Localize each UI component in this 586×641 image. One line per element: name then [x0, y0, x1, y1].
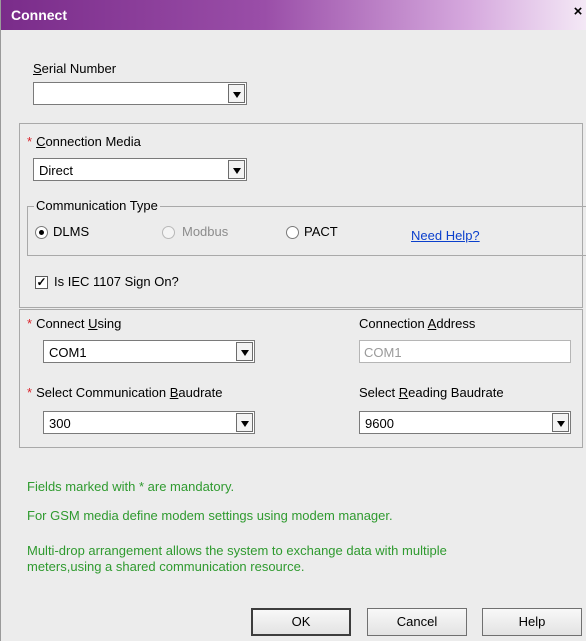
dlms-label: DLMS	[53, 224, 90, 239]
reading-baudrate-value: 9600	[365, 416, 394, 431]
dlms-radio[interactable]	[35, 226, 48, 239]
connection-media-label: * Connection Media	[27, 134, 141, 149]
gsm-note: For GSM media define modem settings usin…	[27, 508, 393, 523]
pact-label: PACT	[304, 224, 338, 239]
communication-type-title: Communication Type	[34, 198, 160, 213]
help-button[interactable]: Help	[482, 608, 582, 636]
chevron-down-icon[interactable]	[236, 413, 253, 432]
communication-baudrate-combo[interactable]: 300	[43, 411, 255, 434]
connection-address-label: Connection Address	[359, 316, 476, 331]
serial-number-combo[interactable]	[33, 82, 247, 105]
connection-address-field[interactable]: COM1	[359, 340, 571, 363]
cancel-button[interactable]: Cancel	[367, 608, 467, 636]
need-help-link[interactable]: Need Help?	[411, 228, 480, 243]
communication-baudrate-value: 300	[49, 416, 71, 431]
communication-baudrate-label: * Select Communication Baudrate	[27, 385, 223, 400]
chevron-down-icon[interactable]	[228, 84, 245, 103]
connection-media-combo[interactable]: Direct	[33, 158, 247, 181]
chevron-down-icon[interactable]	[236, 342, 253, 361]
connection-address-value: COM1	[364, 345, 402, 360]
iec-sign-on-checkbox[interactable]: ✓	[35, 276, 48, 289]
serial-number-label: Serial Number	[33, 61, 117, 76]
iec-sign-on-label: Is IEC 1107 Sign On?	[54, 274, 179, 289]
close-icon[interactable]: ×	[571, 3, 585, 21]
mandatory-note: Fields marked with * are mandatory.	[27, 479, 235, 494]
reading-baudrate-label: Select Reading Baudrate	[359, 385, 504, 400]
connect-dialog: Connect × Serial Number * Connection Medi…	[0, 0, 586, 641]
ok-button[interactable]: OK	[251, 608, 351, 636]
pact-radio[interactable]	[286, 226, 299, 239]
connect-using-combo[interactable]: COM1	[43, 340, 255, 363]
connect-using-label: * Connect Using	[27, 316, 122, 331]
title-bar[interactable]: Connect ×	[1, 0, 586, 30]
connection-media-value: Direct	[39, 163, 73, 178]
reading-baudrate-combo[interactable]: 9600	[359, 411, 571, 434]
modbus-label: Modbus	[182, 224, 229, 239]
multidrop-note: Multi-drop arrangement allows the system…	[27, 543, 447, 574]
chevron-down-icon[interactable]	[228, 160, 245, 179]
chevron-down-icon[interactable]	[552, 413, 569, 432]
window-title: Connect	[11, 7, 67, 23]
connect-using-value: COM1	[49, 345, 87, 360]
modbus-radio	[162, 226, 175, 239]
